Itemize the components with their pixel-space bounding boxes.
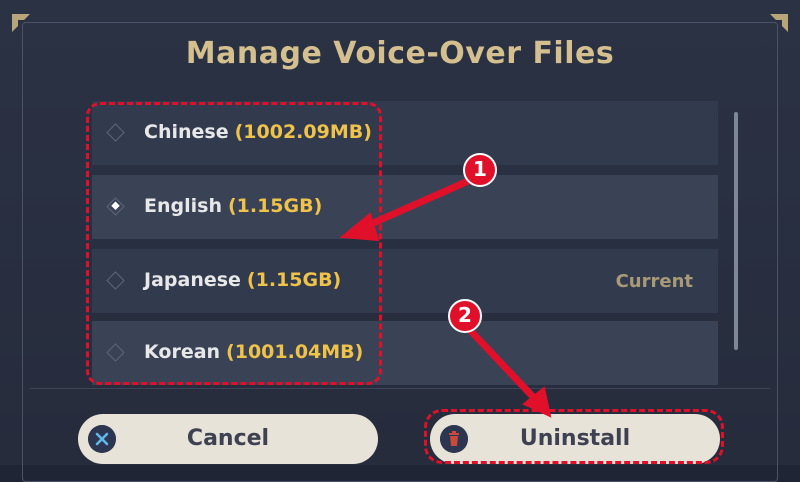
step-badge-2: 2: [448, 299, 482, 333]
annotation-arrows: [339, 174, 552, 418]
step-badge-1: 1: [463, 153, 497, 187]
